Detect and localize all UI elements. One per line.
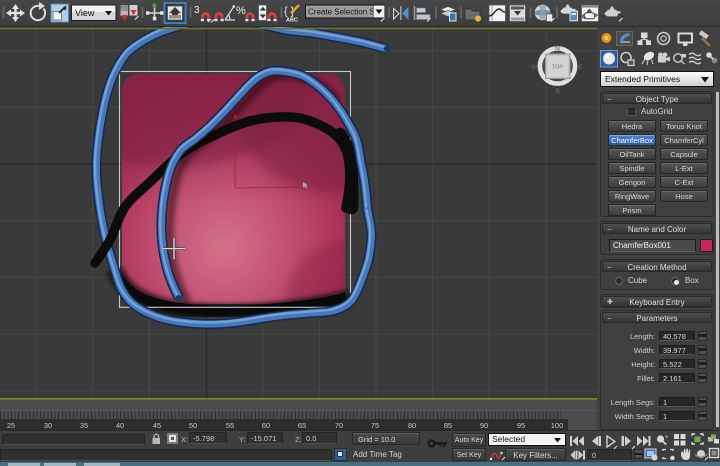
svg-text:-: - [665, 441, 667, 447]
svg-text:TOP: TOP [552, 65, 564, 71]
svg-text:Create Selection Se: Create Selection Se [308, 8, 380, 17]
svg-text:N: N [555, 46, 560, 53]
svg-text:View: View [75, 8, 95, 18]
svg-text:3: 3 [194, 5, 200, 16]
svg-text:S: S [555, 88, 560, 95]
svg-text:E: E [578, 64, 583, 71]
svg-text:%: % [236, 5, 246, 17]
svg-text:ABC: ABC [286, 18, 298, 24]
svg-text:W: W [531, 64, 538, 71]
